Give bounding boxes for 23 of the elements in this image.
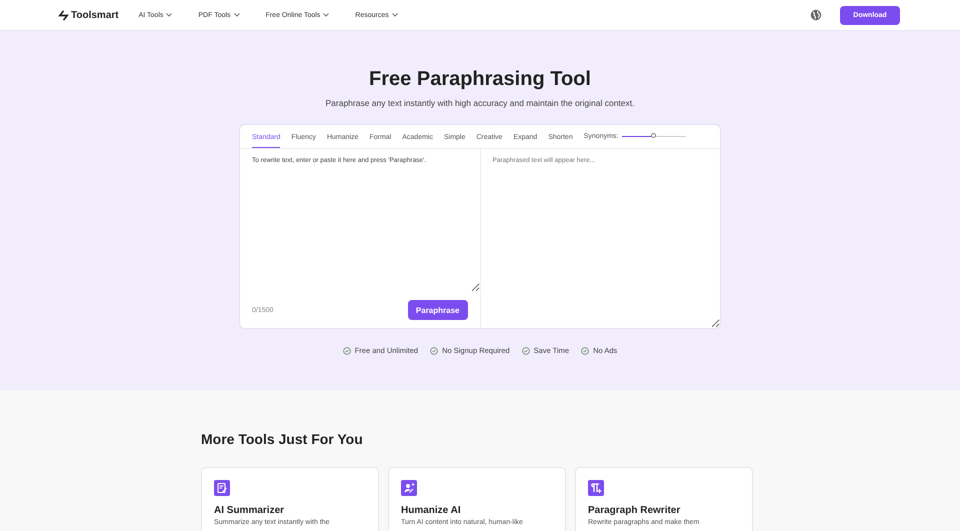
card-title: AI Summarizer [214, 505, 286, 516]
chevron-down-icon [323, 13, 330, 17]
check-circle-icon [430, 346, 438, 354]
chevron-down-icon [234, 13, 240, 17]
card-title: Paragraph Rewriter [588, 505, 682, 516]
slider-thumb[interactable] [651, 133, 656, 138]
card-title: Humanize AI [401, 505, 462, 516]
logo-icon [58, 10, 69, 20]
paragraph-icon [588, 480, 604, 496]
toolsmart-logo[interactable]: Toolsmart [58, 10, 119, 20]
chevron-down-icon [166, 13, 172, 17]
document-pen-icon [214, 480, 230, 496]
check-circle-icon [522, 346, 530, 354]
page-subtitle: Paraphrase any text instantly with high accuracy and maintain the original context. [325, 98, 634, 108]
chevron-down-icon [392, 13, 398, 17]
check-circle-icon [581, 346, 590, 354]
globe-icon[interactable] [810, 9, 822, 21]
page-title: Free Paraphrasing Tool [369, 68, 591, 91]
logo-text: Toolsmart [71, 10, 119, 20]
check-circle-icon [342, 346, 351, 354]
paraphrase-button[interactable]: Paraphrase [408, 300, 468, 320]
person-sparkle-icon [401, 480, 417, 496]
section-title: More Tools Just For You [201, 431, 364, 447]
